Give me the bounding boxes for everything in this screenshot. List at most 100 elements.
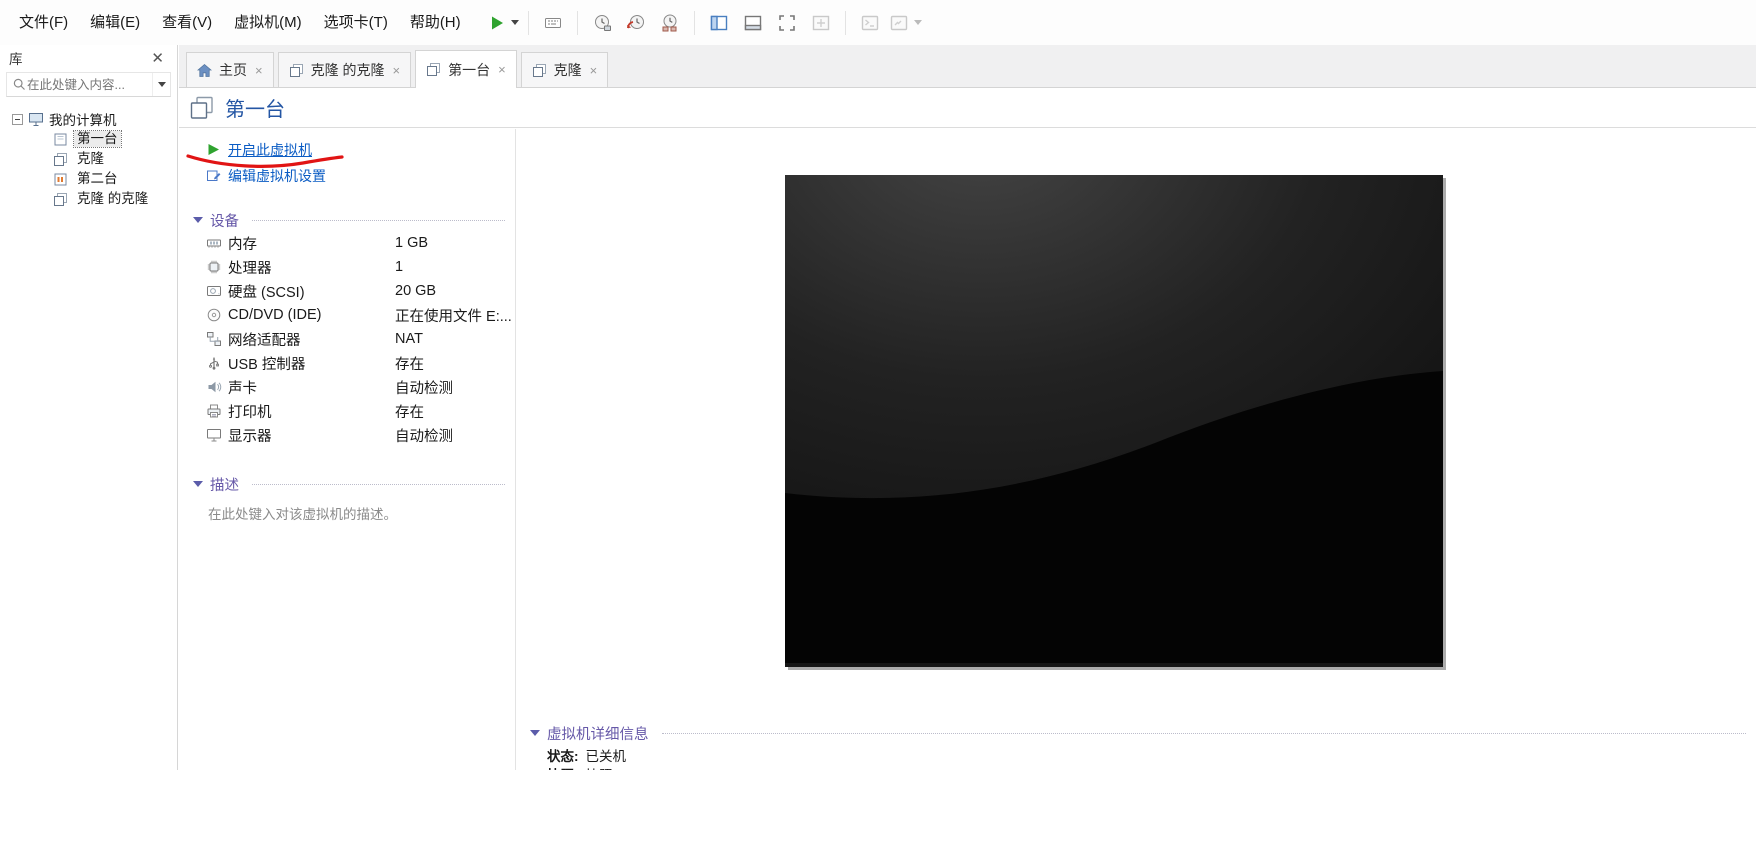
toolbar: [486, 7, 924, 39]
vm-clone-icon: [53, 192, 68, 207]
description-placeholder[interactable]: 在此处键入对该虚拟机的描述。: [179, 503, 515, 523]
console-view-button[interactable]: [855, 7, 885, 39]
device-row-memory[interactable]: 内存 1 GB: [179, 231, 515, 255]
send-ctrl-alt-del-button[interactable]: [538, 7, 568, 39]
edit-settings-icon: [206, 168, 221, 183]
menu-edit[interactable]: 编辑(E): [79, 0, 151, 45]
toolbar-separator: [693, 10, 695, 35]
detail-row-snapshot: 快照: 快照 4: [516, 764, 1756, 771]
close-icon[interactable]: ✕: [147, 49, 168, 68]
tree-item-vm-1[interactable]: 第一台: [0, 129, 177, 149]
revert-clock-icon: [626, 13, 646, 33]
auto-fit-button[interactable]: [889, 7, 922, 39]
tab-home[interactable]: 主页 ×: [186, 52, 274, 87]
device-value: 1: [395, 259, 404, 275]
summary-left-panel: 开启此虚拟机 编辑虚拟机设置 设备 内存 1 GB 处理器 1 硬盘 (SCSI…: [179, 129, 516, 770]
tree-item-label: 第二台: [77, 171, 118, 186]
device-row-sound-card[interactable]: 声卡 自动检测: [179, 375, 515, 399]
library-search-box: [6, 72, 171, 97]
show-library-button[interactable]: [704, 7, 734, 39]
device-row-display[interactable]: 显示器 自动检测: [179, 423, 515, 447]
device-name: USB 控制器: [228, 356, 306, 373]
detail-label: 快照:: [547, 764, 579, 771]
section-divider: [252, 483, 505, 485]
device-name: 声卡: [228, 380, 257, 397]
vm-icon-orange: [53, 172, 68, 187]
vm-details-section: 虚拟机详细信息 状态: 已关机 快照: 快照 4: [516, 722, 1756, 770]
library-title: 库: [9, 52, 23, 67]
library-panel-icon: [709, 13, 729, 33]
power-on-button[interactable]: [488, 7, 519, 39]
power-on-command[interactable]: 开启此虚拟机: [179, 137, 515, 168]
tab-vm-1[interactable]: 第一台 ×: [415, 50, 517, 88]
tree-item-vm-2[interactable]: 第二台: [0, 169, 177, 189]
device-value: 1 GB: [395, 235, 429, 251]
revert-snapshot-button[interactable]: [621, 7, 651, 39]
device-value: 20 GB: [395, 283, 437, 299]
show-thumbnail-bar-button[interactable]: [738, 7, 768, 39]
menu-view[interactable]: 查看(V): [151, 0, 223, 45]
take-snapshot-button[interactable]: [587, 7, 617, 39]
tree-node-my-computer[interactable]: 我的计算机: [0, 109, 177, 129]
close-icon[interactable]: ×: [498, 63, 506, 76]
menu-tabs[interactable]: 选项卡(T): [313, 0, 399, 45]
console-icon: [860, 13, 880, 33]
vm-large-icon: [189, 95, 215, 121]
search-input[interactable]: [27, 77, 152, 92]
vm-icon: [426, 62, 441, 77]
speaker-icon: [206, 379, 222, 395]
auto-fit-icon: [889, 13, 909, 33]
tab-clone-of-clone[interactable]: 克隆 的克隆 ×: [277, 52, 412, 87]
tab-label: 第一台: [448, 61, 491, 78]
manage-snapshots-button[interactable]: [655, 7, 685, 39]
device-name: 打印机: [228, 404, 272, 421]
close-icon[interactable]: ×: [392, 64, 400, 77]
vm-screen-preview[interactable]: [785, 175, 1443, 667]
device-name: 网络适配器: [228, 332, 301, 349]
device-row-cd-dvd[interactable]: CD/DVD (IDE) 正在使用文件 E:...: [179, 303, 515, 327]
vm-details-header[interactable]: 虚拟机详细信息: [516, 722, 1756, 744]
device-value: 自动检测: [395, 380, 453, 397]
tree-item-label: 第一台: [73, 130, 122, 148]
menu-help[interactable]: 帮助(H): [399, 0, 472, 45]
collapse-box-icon[interactable]: [12, 113, 23, 125]
tree-item-label: 克隆 的克隆: [77, 191, 149, 206]
section-divider: [252, 219, 505, 221]
close-icon[interactable]: ×: [255, 64, 263, 77]
device-row-processor[interactable]: 处理器 1: [179, 255, 515, 279]
manage-snapshots-icon: [660, 13, 680, 33]
edit-settings-link[interactable]: 编辑虚拟机设置: [228, 166, 326, 186]
play-icon: [206, 142, 221, 157]
edit-settings-command[interactable]: 编辑虚拟机设置: [179, 163, 515, 189]
network-adapter-icon: [206, 331, 222, 347]
search-filter-dropdown[interactable]: [152, 73, 170, 96]
collapse-triangle-icon: [193, 217, 203, 223]
play-icon: [488, 14, 506, 32]
unity-mode-button[interactable]: [806, 7, 836, 39]
devices-section-header[interactable]: 设备: [179, 209, 515, 231]
device-row-usb-controller[interactable]: USB 控制器 存在: [179, 351, 515, 375]
close-icon[interactable]: ×: [590, 64, 598, 77]
section-divider: [661, 732, 1746, 734]
device-row-hard-disk[interactable]: 硬盘 (SCSI) 20 GB: [179, 279, 515, 303]
tree-item-clone-of-clone[interactable]: 克隆 的克隆: [0, 189, 177, 209]
menu-file[interactable]: 文件(F): [8, 0, 79, 45]
description-section-header[interactable]: 描述: [179, 473, 515, 495]
toolbar-separator: [576, 10, 578, 35]
device-row-network-adapter[interactable]: 网络适配器 NAT: [179, 327, 515, 351]
page-title: 第一台: [225, 99, 285, 121]
menu-bar: 文件(F) 编辑(E) 查看(V) 虚拟机(M) 选项卡(T) 帮助(H): [0, 0, 1756, 45]
power-on-link[interactable]: 开启此虚拟机: [228, 140, 312, 160]
description-section-title: 描述: [210, 477, 239, 494]
printer-icon: [206, 403, 222, 419]
keyboard-icon: [543, 13, 563, 33]
detail-value: 快照 4: [586, 764, 624, 771]
hard-disk-icon: [206, 283, 222, 299]
device-row-printer[interactable]: 打印机 存在: [179, 399, 515, 423]
tab-clone[interactable]: 克隆 ×: [520, 52, 609, 87]
menu-vm[interactable]: 虚拟机(M): [223, 0, 313, 45]
tree-item-clone[interactable]: 克隆: [0, 149, 177, 169]
device-name: CD/DVD (IDE): [228, 307, 322, 323]
vm-library-tree: 我的计算机 第一台 克隆 第二台 克隆 的克隆: [0, 109, 177, 209]
full-screen-button[interactable]: [772, 7, 802, 39]
